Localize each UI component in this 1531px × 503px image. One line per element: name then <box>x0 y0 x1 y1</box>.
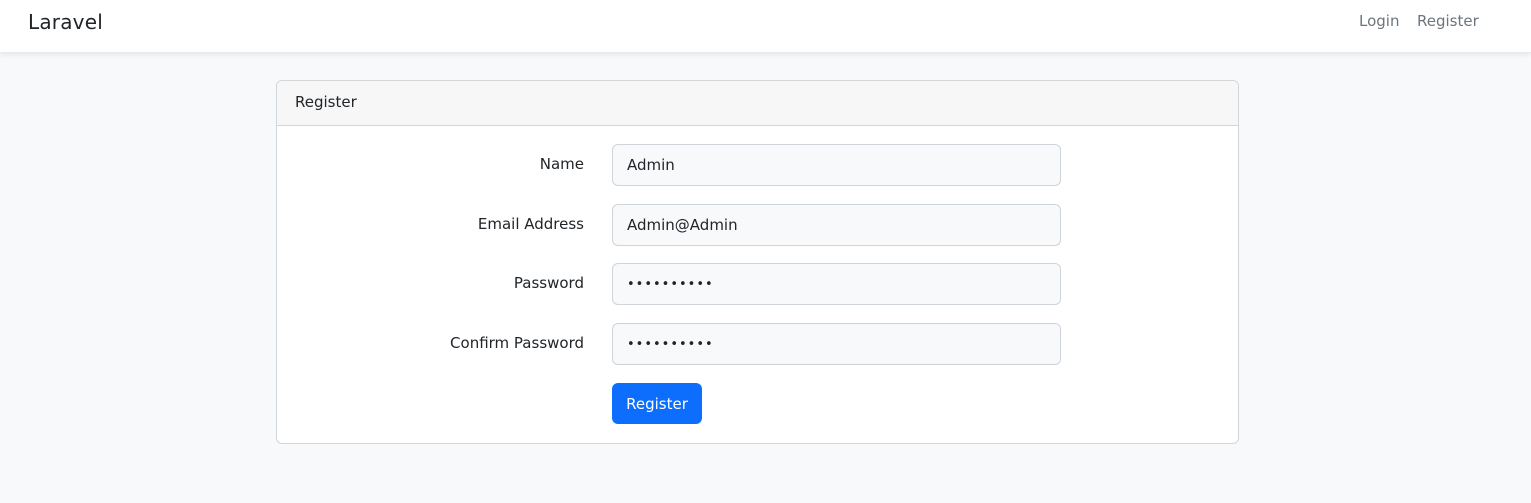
confirm-password-row: Confirm Password <box>277 323 1238 365</box>
brand-link[interactable]: Laravel <box>28 10 103 34</box>
password-input[interactable] <box>612 263 1061 305</box>
password-row: Password <box>277 263 1238 305</box>
confirm-password-label: Confirm Password <box>450 334 584 352</box>
nav-login-link[interactable]: Login <box>1359 12 1399 30</box>
password-label: Password <box>513 274 584 292</box>
register-button[interactable]: Register <box>612 383 702 424</box>
card-header: Register <box>277 81 1238 126</box>
name-input[interactable] <box>612 144 1061 186</box>
nav-register-link[interactable]: Register <box>1417 12 1479 30</box>
confirm-password-input[interactable] <box>612 323 1061 365</box>
register-card: Register Name Email Address Password Con… <box>276 80 1239 444</box>
email-row: Email Address <box>277 204 1238 246</box>
email-label: Email Address <box>477 215 584 233</box>
name-label: Name <box>539 155 584 173</box>
top-navbar: Laravel Login Register <box>0 0 1531 53</box>
name-row: Name <box>277 144 1238 186</box>
email-input[interactable] <box>612 204 1061 246</box>
